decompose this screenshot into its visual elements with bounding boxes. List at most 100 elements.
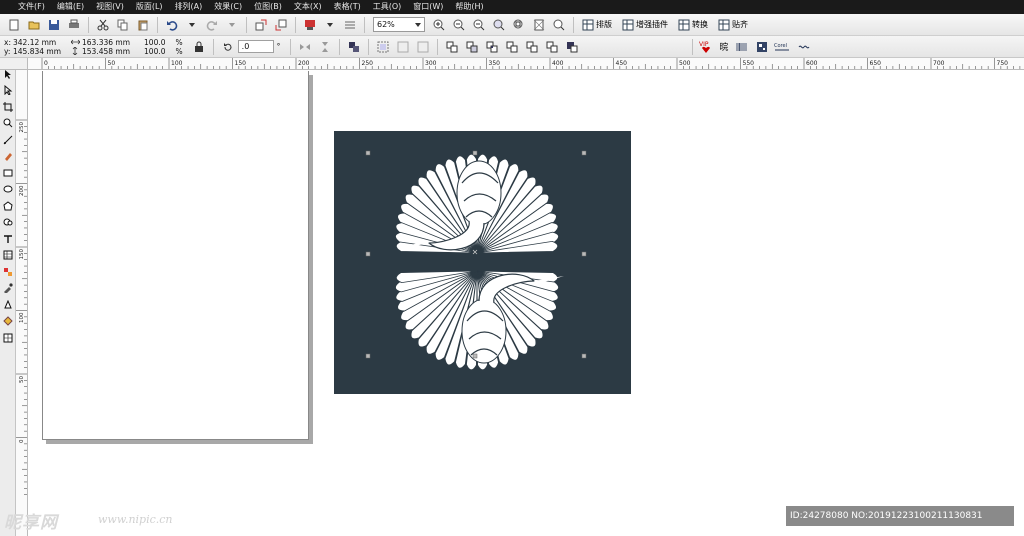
horizontal-ruler[interactable]: 0 50 100 150 200 250 300 350 400 450 500 550 600 650 7…: [28, 58, 1024, 70]
corel-plugin-button[interactable]: Corel: [772, 38, 792, 56]
crop-tool-icon[interactable]: [1, 99, 15, 114]
zoom-in-icon[interactable]: [431, 17, 447, 33]
plugin-convert-button[interactable]: 转换: [674, 16, 712, 34]
chevron-down-icon[interactable]: [184, 17, 200, 33]
y-position-field[interactable]: 145.834 mm: [13, 47, 61, 56]
smart-fill-icon[interactable]: [1, 149, 15, 164]
menu-arrange[interactable]: 排列(A): [175, 0, 203, 14]
qr-code-icon[interactable]: [754, 39, 770, 55]
wave-tool-icon[interactable]: [796, 39, 812, 55]
trim-icon[interactable]: [464, 39, 480, 55]
zoom-all-icon[interactable]: [511, 17, 527, 33]
plugin-snap-button[interactable]: 贴齐: [714, 16, 752, 34]
ungroup-all-icon[interactable]: [395, 39, 411, 55]
vip-plugin-button[interactable]: VIP: [697, 38, 715, 56]
toolbar-separator: [364, 16, 365, 33]
outline-pen-icon[interactable]: [1, 297, 15, 312]
ruler-label: 100: [171, 60, 183, 67]
zoom-selected-icon[interactable]: [491, 17, 507, 33]
menu-view[interactable]: 视图(V): [96, 0, 124, 14]
import-icon[interactable]: [253, 17, 269, 33]
mirror-vertical-icon[interactable]: [317, 39, 333, 55]
rectangle-tool-icon[interactable]: [1, 165, 15, 180]
x-position-field[interactable]: 342.12 mm: [13, 38, 56, 47]
application-launcher-icon[interactable]: [302, 17, 318, 33]
ungroup-icon[interactable]: [375, 39, 391, 55]
menu-file[interactable]: 文件(F): [18, 0, 45, 14]
front-minus-back-icon[interactable]: [524, 39, 540, 55]
shape-tool-icon[interactable]: [1, 83, 15, 98]
zoom-level-combo[interactable]: 62%: [373, 17, 425, 32]
redo-icon[interactable]: [204, 17, 220, 33]
crane-artwork-object[interactable]: [334, 131, 631, 394]
interactive-blend-icon[interactable]: [1, 264, 15, 279]
create-boundary-icon[interactable]: [564, 39, 580, 55]
zoom-width-icon[interactable]: [551, 17, 567, 33]
zoom-tool-icon[interactable]: [1, 116, 15, 131]
weld-icon[interactable]: [444, 39, 460, 55]
combine-icon[interactable]: [415, 39, 431, 55]
mirror-horizontal-icon[interactable]: [297, 39, 313, 55]
simplify-icon[interactable]: [504, 39, 520, 55]
freehand-tool-icon[interactable]: [1, 132, 15, 147]
menu-help[interactable]: 帮助(H): [455, 0, 483, 14]
chevron-down-icon[interactable]: [322, 17, 338, 33]
cut-icon[interactable]: [95, 17, 111, 33]
barcode-icon[interactable]: [734, 39, 750, 55]
new-file-icon[interactable]: [6, 17, 22, 33]
zoom-page-icon[interactable]: [531, 17, 547, 33]
print-icon[interactable]: [66, 17, 82, 33]
menu-tools[interactable]: 工具(O): [373, 0, 402, 14]
menu-layout[interactable]: 版面(L): [136, 0, 163, 14]
save-icon[interactable]: [46, 17, 62, 33]
undo-icon[interactable]: [164, 17, 180, 33]
group-icon[interactable]: [346, 39, 362, 55]
zoom-out-icon[interactable]: [451, 17, 467, 33]
export-icon[interactable]: [273, 17, 289, 33]
menu-text[interactable]: 文本(X): [294, 0, 322, 14]
width-field[interactable]: 163.336 mm: [82, 38, 130, 47]
plugin-snap-label: 贴齐: [732, 20, 748, 29]
polygon-tool-icon[interactable]: [1, 198, 15, 213]
table-tool-icon[interactable]: [1, 248, 15, 263]
chevron-down-icon[interactable]: [224, 17, 240, 33]
basic-shapes-icon[interactable]: [1, 215, 15, 230]
degree-sign: °: [276, 42, 281, 51]
menu-table[interactable]: 表格(T): [334, 0, 361, 14]
plugin-grid-icon: [622, 19, 634, 30]
height-field[interactable]: 153.458 mm: [82, 47, 130, 56]
plugin-enhance-label: 增强插件: [636, 20, 668, 29]
rotation-angle-field[interactable]: .0: [237, 40, 274, 53]
paste-icon[interactable]: [135, 17, 151, 33]
open-folder-icon[interactable]: [26, 17, 42, 33]
intersect-icon[interactable]: [484, 39, 500, 55]
interactive-fill-icon[interactable]: [1, 330, 15, 345]
text-tool-icon[interactable]: [1, 231, 15, 246]
plugin-layout-button[interactable]: 排版: [578, 16, 616, 34]
toolbar-separator: [295, 16, 296, 33]
scale-y-field[interactable]: 100.0: [144, 47, 165, 56]
property-bar: x: 342.12 mm y: 145.834 mm 163.336 mm 153.…: [0, 36, 1024, 58]
ellipse-tool-icon[interactable]: [1, 182, 15, 197]
ruler-corner: [0, 58, 28, 70]
back-minus-front-icon[interactable]: [544, 39, 560, 55]
document-page[interactable]: [42, 71, 309, 440]
lock-ratio-icon[interactable]: [191, 39, 207, 55]
fill-tool-icon[interactable]: [1, 314, 15, 329]
plugin-enhance-button[interactable]: 增强插件: [618, 16, 672, 34]
menu-bitmaps[interactable]: 位图(B): [254, 0, 282, 14]
copy-icon[interactable]: [115, 17, 131, 33]
scale-x-field[interactable]: 100.0: [144, 38, 165, 47]
menu-effects[interactable]: 效果(C): [214, 0, 242, 14]
drawing-canvas[interactable]: [29, 71, 1024, 536]
zoom-minus-icon[interactable]: [471, 17, 487, 33]
eyedropper-tool-icon[interactable]: [1, 281, 15, 296]
toolbar-separator: [437, 38, 439, 55]
percent-sign: %: [175, 46, 183, 56]
ruler-label: 700: [933, 60, 945, 67]
vertical-ruler[interactable]: 250 200 150 100 50 0: [16, 70, 28, 536]
menu-window[interactable]: 窗口(W): [413, 0, 443, 14]
vip-extra-button[interactable]: 晥: [717, 38, 730, 56]
options-list-icon[interactable]: [342, 17, 358, 33]
menu-edit[interactable]: 编辑(E): [57, 0, 84, 14]
